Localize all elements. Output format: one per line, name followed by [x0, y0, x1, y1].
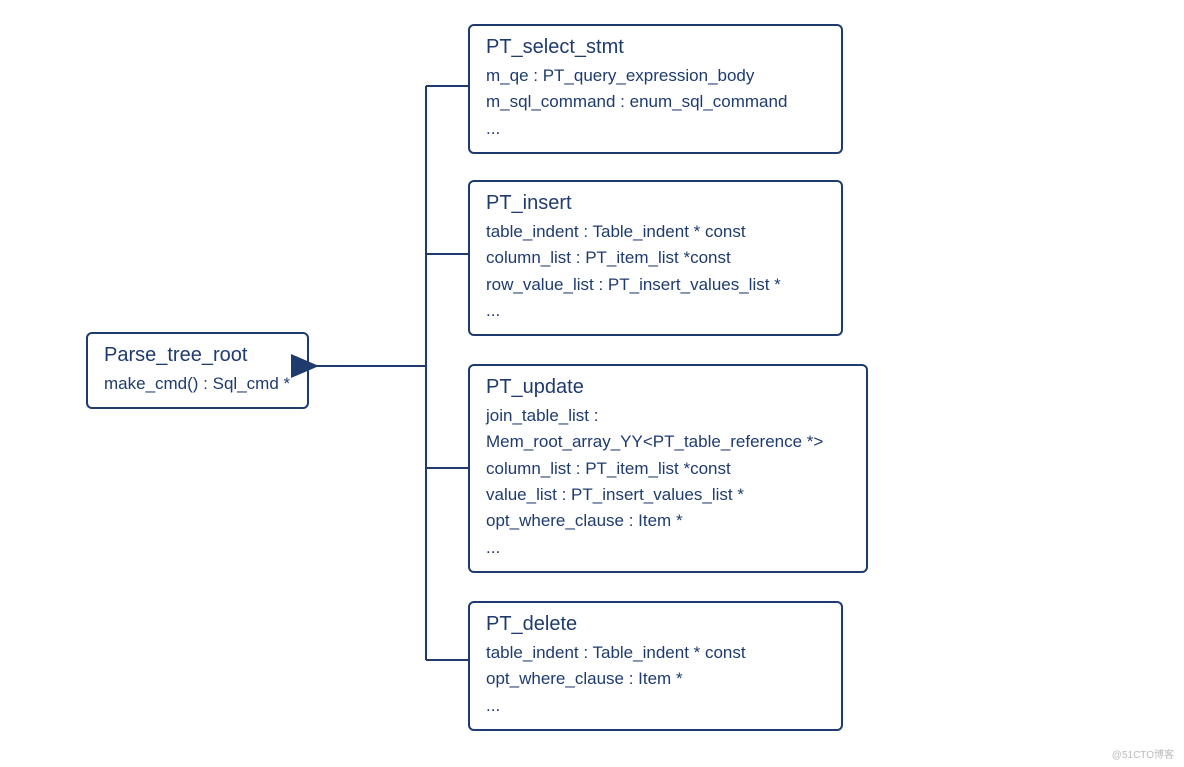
pt-delete-attr-2: ... [486, 693, 825, 719]
pt-update-attr-1: Mem_root_array_YY<PT_table_reference *> [486, 429, 850, 455]
root-title: Parse_tree_root [104, 344, 291, 367]
pt-insert-attr-0: table_indent : Table_indent * const [486, 219, 825, 245]
parse-tree-root-box: Parse_tree_root make_cmd() : Sql_cmd * [86, 332, 309, 409]
pt-update-title: PT_update [486, 376, 850, 399]
pt-update-attr-5: ... [486, 535, 850, 561]
pt-update-attr-0: join_table_list : [486, 403, 850, 429]
pt-insert-title: PT_insert [486, 192, 825, 215]
pt-delete-box: PT_delete table_indent : Table_indent * … [468, 601, 843, 731]
pt-select-attr-2: ... [486, 116, 825, 142]
root-attr-0: make_cmd() : Sql_cmd * [104, 371, 291, 397]
pt-update-attr-4: opt_where_clause : Item * [486, 508, 850, 534]
pt-insert-attr-1: column_list : PT_item_list *const [486, 245, 825, 271]
pt-delete-attr-1: opt_where_clause : Item * [486, 666, 825, 692]
pt-insert-box: PT_insert table_indent : Table_indent * … [468, 180, 843, 336]
pt-select-title: PT_select_stmt [486, 36, 825, 59]
pt-delete-title: PT_delete [486, 613, 825, 636]
pt-insert-attr-3: ... [486, 298, 825, 324]
pt-select-stmt-box: PT_select_stmt m_qe : PT_query_expressio… [468, 24, 843, 154]
pt-update-box: PT_update join_table_list : Mem_root_arr… [468, 364, 868, 573]
pt-select-attr-1: m_sql_command : enum_sql_command [486, 89, 825, 115]
pt-update-attr-3: value_list : PT_insert_values_list * [486, 482, 850, 508]
watermark: @51CTO博客 [1112, 746, 1174, 761]
pt-insert-attr-2: row_value_list : PT_insert_values_list * [486, 272, 825, 298]
pt-update-attr-2: column_list : PT_item_list *const [486, 456, 850, 482]
pt-delete-attr-0: table_indent : Table_indent * const [486, 640, 825, 666]
pt-select-attr-0: m_qe : PT_query_expression_body [486, 63, 825, 89]
